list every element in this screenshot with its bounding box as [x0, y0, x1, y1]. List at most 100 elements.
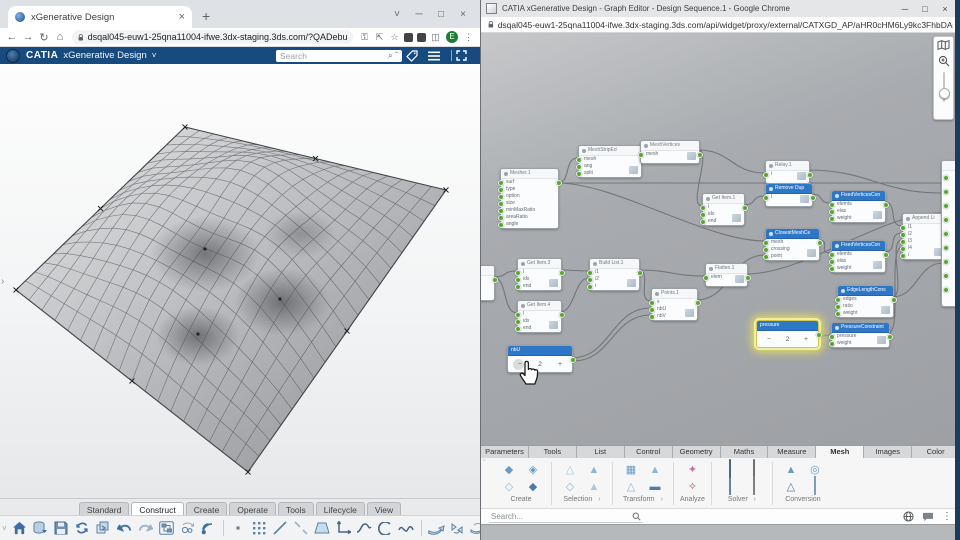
extension-icon[interactable]	[404, 32, 413, 42]
input-port[interactable]	[943, 245, 949, 251]
output-port[interactable]	[558, 312, 565, 318]
output-port[interactable]	[558, 270, 565, 276]
input-port[interactable]	[943, 231, 949, 237]
group-expand-arrow-icon[interactable]: ›	[754, 496, 756, 503]
zoom-slider-knob[interactable]	[939, 88, 950, 99]
point-grid-icon[interactable]	[249, 519, 270, 538]
plane-icon[interactable]	[312, 519, 333, 538]
spline-icon[interactable]	[396, 519, 417, 538]
mesh-duplicate-icon[interactable]: ◇	[505, 477, 513, 495]
output-port[interactable]	[890, 297, 897, 303]
extension-icon[interactable]	[417, 32, 426, 42]
output-port[interactable]	[694, 300, 701, 306]
stream-icon[interactable]	[198, 519, 219, 538]
select-patch-icon[interactable]: ◇	[566, 477, 574, 495]
profile-avatar[interactable]: E	[446, 31, 458, 43]
graph-node-buildlist1[interactable]: Build List.1 i1 i2 i	[586, 258, 643, 291]
home-icon[interactable]: ⌂	[52, 31, 68, 43]
sweep-icon[interactable]	[426, 519, 447, 538]
input-port[interactable]	[762, 254, 769, 260]
graph-view-icon[interactable]	[156, 519, 177, 538]
automation-icon[interactable]	[177, 519, 198, 538]
revolve-icon[interactable]	[468, 519, 480, 538]
group-expand-arrow-icon[interactable]: ›	[661, 496, 663, 503]
select-edge-icon[interactable]: △	[566, 460, 574, 478]
bookmark-star-icon[interactable]: ☆	[387, 32, 402, 43]
input-port[interactable]	[834, 311, 841, 317]
output-port[interactable]	[696, 152, 703, 158]
mesh-merge-icon[interactable]: ◆	[529, 477, 537, 495]
graph-node-meshstripedges[interactable]: MeshStripEd mesh ang split	[575, 145, 645, 178]
data-save-icon[interactable]	[30, 519, 51, 538]
minimize-button[interactable]: ─	[408, 9, 430, 20]
surface-to-mesh-icon[interactable]: △	[787, 477, 795, 495]
search-input[interactable]: Search ⌕ ˇ	[276, 49, 402, 62]
kebab-menu-icon[interactable]: ⋮	[942, 511, 952, 522]
mesh-inspect-icon[interactable]: ✧	[688, 477, 697, 495]
panel-expand-chevron-icon[interactable]: ›	[1, 276, 4, 287]
graph-node-meshvertices[interactable]: MeshVertices mesh	[637, 140, 703, 164]
undo-icon[interactable]	[114, 519, 135, 538]
ribbon-tab-operate[interactable]: Operate	[229, 502, 276, 516]
sync-icon[interactable]	[72, 519, 93, 538]
input-port[interactable]	[637, 152, 644, 158]
slider-plus-button[interactable]: +	[801, 336, 811, 343]
graph-node-flatten1[interactable]: Flatten.1 elem	[702, 263, 751, 287]
fullscreen-icon[interactable]	[456, 50, 474, 61]
input-port[interactable]	[828, 216, 835, 222]
output-port[interactable]	[491, 277, 498, 283]
mesh-to-surface-icon[interactable]: ▲	[785, 460, 796, 478]
output-port[interactable]	[816, 240, 823, 246]
home-icon[interactable]	[9, 519, 30, 538]
map-overview-icon[interactable]	[937, 40, 950, 50]
graph-node-relay1[interactable]: Relay.1 i	[762, 160, 813, 184]
input-port[interactable]	[514, 326, 521, 332]
input-port[interactable]	[762, 195, 769, 201]
axis-system-icon[interactable]	[333, 519, 354, 538]
mesh-box-icon[interactable]	[813, 475, 816, 495]
arc-icon[interactable]	[375, 519, 396, 538]
output-port[interactable]	[744, 275, 751, 281]
mesh-smooth-icon[interactable]: ▲	[650, 460, 661, 478]
input-port[interactable]	[497, 222, 504, 228]
graph-node-pressureconstraint[interactable]: PressureConstraint pressure weight	[828, 322, 893, 348]
solver-spring-icon[interactable]	[752, 475, 755, 495]
input-port[interactable]	[899, 253, 906, 259]
back-icon[interactable]: ←	[4, 31, 20, 43]
graph-node-getitem3[interactable]: Get Item.3 l idx end	[514, 258, 565, 291]
slider-minus-button[interactable]: −	[764, 336, 774, 343]
solver-physics-icon[interactable]	[752, 458, 755, 478]
graph-node-removedup[interactable]: Remove Dup l	[762, 183, 816, 207]
input-port[interactable]	[943, 259, 949, 265]
search-icon[interactable]: ⌕ ˇ	[388, 50, 398, 61]
line-icon[interactable]	[270, 519, 291, 538]
output-port[interactable]	[569, 357, 576, 363]
tab-search-icon[interactable]: ˅	[386, 9, 408, 20]
mesh-flip-icon[interactable]: ▦	[626, 460, 636, 478]
input-port[interactable]	[828, 341, 835, 347]
output-port[interactable]	[882, 252, 889, 258]
password-key-icon[interactable]: ⚿	[357, 32, 372, 43]
output-port[interactable]	[555, 180, 562, 186]
forward-icon[interactable]: →	[20, 31, 36, 43]
line-diagonal-icon[interactable]	[291, 519, 312, 538]
ribbon-tab-standard[interactable]: Standard	[78, 502, 130, 516]
input-port[interactable]	[943, 175, 949, 181]
input-port[interactable]	[943, 287, 949, 293]
save-icon[interactable]	[51, 519, 72, 538]
input-port[interactable]	[762, 172, 769, 178]
input-port[interactable]	[575, 171, 582, 177]
input-port[interactable]	[699, 219, 706, 225]
address-field[interactable]: dsqal045-euw1-25qna11004-ifwe.3dx-stagin…	[72, 30, 353, 44]
reload-icon[interactable]: ↻	[36, 31, 52, 44]
select-face-icon[interactable]: ▲	[589, 477, 600, 495]
graph-node-closestmesh[interactable]: ClosestMeshCe mesh crossing point	[762, 228, 823, 261]
ribbon-tab-construct[interactable]: Construct	[131, 502, 184, 516]
close-button[interactable]: ×	[935, 4, 955, 14]
export-icon[interactable]	[93, 519, 114, 538]
redo-icon[interactable]	[135, 519, 156, 538]
input-port[interactable]	[943, 273, 949, 279]
mesh-subdivide-icon[interactable]: △	[627, 477, 635, 495]
mesh-wrap-icon[interactable]: ◎	[810, 460, 820, 478]
input-port[interactable]	[586, 284, 593, 290]
